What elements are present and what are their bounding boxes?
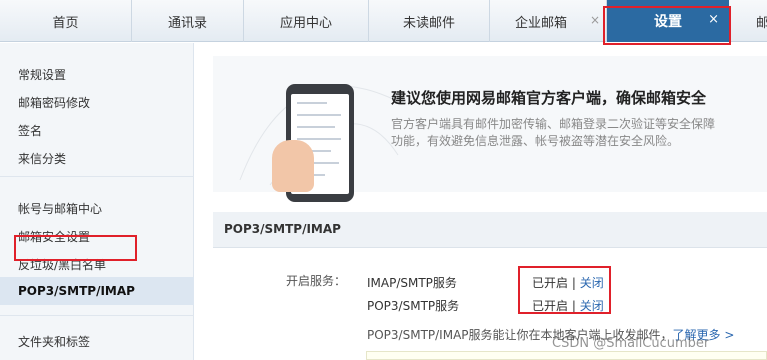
section-header: POP3/SMTP/IMAP — [213, 212, 767, 248]
sidebar-item-account-center[interactable]: 帐号与邮箱中心 — [18, 200, 102, 217]
tab-label: 邮 — [755, 15, 767, 31]
tab-app-center[interactable]: 应用中心 — [244, 0, 369, 42]
section-title: POP3/SMTP/IMAP — [224, 222, 341, 236]
service-status-highlight — [518, 266, 611, 314]
tab-enterprise-mail[interactable]: 企业邮箱 × — [490, 0, 607, 42]
service-name-imap: IMAP/SMTP服务 — [367, 276, 457, 290]
tab-label: 首页 — [52, 15, 79, 31]
tab-label: 通讯录 — [167, 15, 207, 31]
sidebar-item-mail-classify[interactable]: 来信分类 — [18, 150, 66, 167]
tab-label: 企业邮箱 — [514, 15, 567, 31]
tab-unread-mail[interactable]: 未读邮件 — [369, 0, 490, 42]
sidebar-divider — [0, 315, 194, 316]
sidebar-item-general[interactable]: 常规设置 — [18, 66, 66, 83]
banner-description: 官方客户端具有邮件加密传输、邮箱登录二次验证等安全保障功能，有效避免信息泄露、帐… — [391, 117, 716, 148]
sidebar-item-folders-labels[interactable]: 文件夹和标签 — [18, 333, 90, 350]
sidebar-item-pop3-smtp-imap[interactable]: POP3/SMTP/IMAP — [18, 284, 135, 298]
settings-sidebar: 常规设置 邮箱密码修改 签名 来信分类 帐号与邮箱中心 邮箱安全设置 反垃圾/黑… — [0, 43, 194, 360]
sidebar-divider — [0, 176, 194, 177]
tab-home[interactable]: 首页 — [0, 0, 132, 42]
watermark: CSDN @SmallCucumber — [552, 336, 710, 351]
notice-box — [366, 351, 767, 360]
tab-label: 未读邮件 — [402, 15, 455, 31]
sidebar-item-highlight — [14, 235, 137, 261]
service-name-pop3: POP3/SMTP服务 — [367, 299, 460, 313]
close-icon[interactable]: × — [590, 13, 600, 27]
tab-contacts[interactable]: 通讯录 — [132, 0, 244, 42]
tab-label: 应用中心 — [279, 15, 332, 31]
sidebar-item-signature[interactable]: 签名 — [18, 122, 42, 139]
sidebar-item-password[interactable]: 邮箱密码修改 — [18, 94, 90, 111]
settings-tab-highlight — [603, 6, 731, 45]
banner-title: 建议您使用网易邮箱官方客户端，确保邮箱安全 — [391, 89, 707, 107]
tab-overflow[interactable]: 邮 — [729, 0, 767, 42]
service-label: 开启服务： — [286, 274, 347, 288]
hand-illustration-icon — [272, 140, 314, 192]
